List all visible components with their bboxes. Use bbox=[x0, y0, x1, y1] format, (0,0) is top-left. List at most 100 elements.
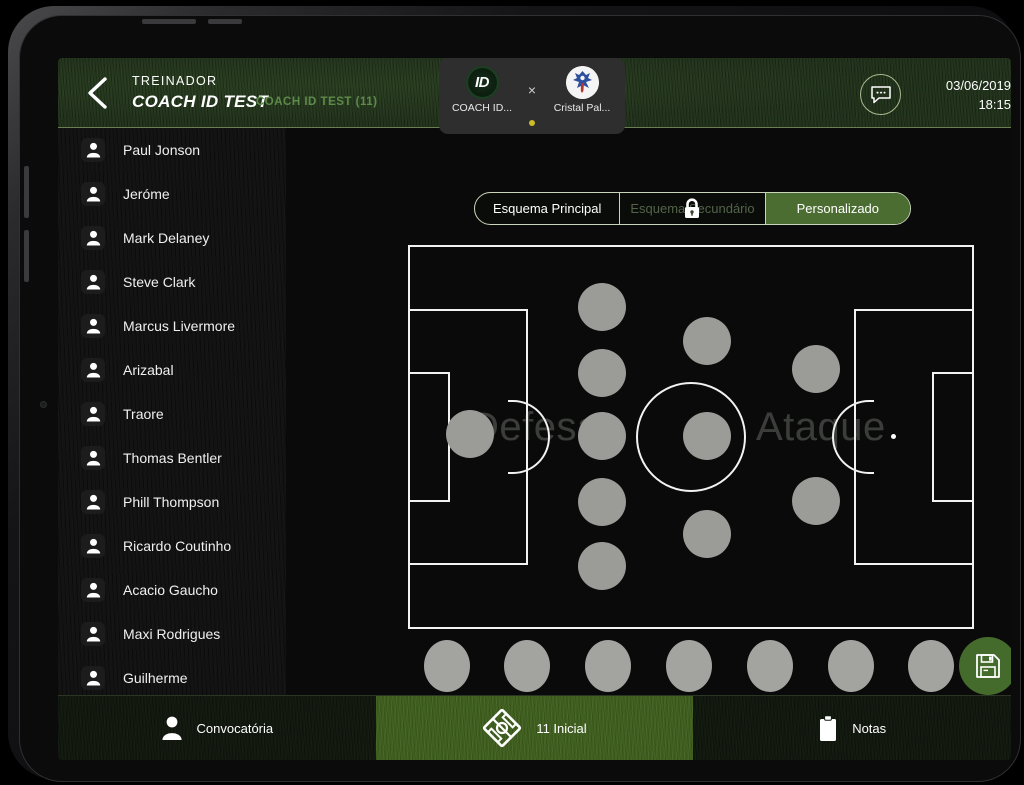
away-team-chip[interactable]: Cristal Pal... bbox=[549, 66, 615, 114]
volume-up-button[interactable] bbox=[24, 166, 29, 218]
player-name: Arizabal bbox=[123, 362, 174, 378]
pitch-position-marker[interactable] bbox=[683, 412, 731, 460]
pitch-position-marker[interactable] bbox=[683, 317, 731, 365]
player-list-item[interactable]: Traore bbox=[58, 392, 286, 436]
nav-11-inicial[interactable]: 11 Inicial bbox=[375, 696, 694, 760]
player-list-item[interactable]: Arizabal bbox=[58, 348, 286, 392]
person-icon bbox=[81, 226, 105, 250]
pitch-position-marker[interactable] bbox=[792, 345, 840, 393]
person-icon bbox=[81, 578, 105, 602]
back-button[interactable] bbox=[76, 72, 118, 114]
team-squad-label: COACH ID TEST (11) bbox=[256, 96, 378, 108]
person-icon bbox=[81, 270, 105, 294]
player-name: Phill Thompson bbox=[123, 494, 220, 510]
pitch-position-marker[interactable] bbox=[578, 478, 626, 526]
crystal-palace-eagle-icon bbox=[565, 66, 599, 99]
save-button[interactable] bbox=[959, 637, 1011, 695]
bottom-navigation: Convocatória 11 Inicial Notas bbox=[58, 695, 1011, 760]
role-label: TREINADOR bbox=[132, 74, 218, 88]
pitch-position-marker[interactable] bbox=[578, 283, 626, 331]
person-icon bbox=[81, 138, 105, 162]
person-icon bbox=[81, 622, 105, 646]
nav-11-inicial-label: 11 Inicial bbox=[536, 720, 587, 736]
lock-icon bbox=[685, 197, 700, 218]
bench-position-marker[interactable] bbox=[747, 640, 793, 692]
player-name: Paul Jonson bbox=[123, 142, 201, 158]
bench-position-marker[interactable] bbox=[908, 640, 954, 692]
formation-tab-bar: Esquema Principal Esquema Secundário Per… bbox=[474, 192, 911, 225]
nav-notas-label: Notas bbox=[852, 720, 887, 736]
pitch-area: Esquema Principal Esquema Secundário Per… bbox=[286, 128, 1011, 695]
front-camera-icon bbox=[40, 401, 47, 408]
player-name: Mark Delaney bbox=[123, 230, 210, 246]
person-icon bbox=[81, 358, 105, 382]
player-list-sidebar[interactable]: Paul Jonson Jeróme Mark Delaney Steve Clark… bbox=[58, 128, 286, 695]
away-team-badge bbox=[565, 66, 599, 99]
bench-row bbox=[408, 640, 974, 694]
header-titles: TREINADOR COACH ID TEST bbox=[132, 73, 268, 113]
nav-notas[interactable]: Notas bbox=[693, 696, 1011, 760]
player-name: Ricardo Coutinho bbox=[123, 538, 232, 554]
volume-down-button[interactable] bbox=[24, 230, 29, 282]
floppy-disk-save-icon bbox=[976, 654, 1000, 678]
player-list-item[interactable]: Jeróme bbox=[58, 172, 286, 216]
player-name: Steve Clark bbox=[123, 274, 196, 290]
bench-position-marker[interactable] bbox=[828, 640, 874, 692]
pitch-diamond-icon bbox=[482, 708, 522, 748]
person-icon bbox=[81, 534, 105, 558]
person-icon bbox=[81, 182, 105, 206]
clipboard-icon bbox=[818, 714, 838, 742]
person-icon bbox=[81, 446, 105, 470]
pitch-position-marker[interactable] bbox=[578, 542, 626, 590]
datetime-display: 03/06/2019 18:15 bbox=[907, 76, 1011, 114]
power-button[interactable] bbox=[142, 19, 196, 24]
bench-position-marker[interactable] bbox=[504, 640, 550, 692]
tab-esquema-principal-label: Esquema Principal bbox=[492, 201, 602, 216]
penalty-spot-right bbox=[891, 434, 896, 439]
app-screen: TREINADOR COACH ID TEST COACH ID TEST (1… bbox=[58, 58, 1011, 760]
tab-esquema-secundario: Esquema Secundário bbox=[619, 193, 764, 224]
player-name: Traore bbox=[123, 406, 164, 422]
nav-convocatoria[interactable]: Convocatória bbox=[58, 696, 376, 760]
tab-personalizado[interactable]: Personalizado bbox=[764, 193, 910, 224]
home-team-name: COACH ID... bbox=[451, 102, 513, 114]
match-card[interactable]: ID COACH ID... × Cristal Pal... bbox=[439, 58, 625, 134]
bench-position-marker[interactable] bbox=[666, 640, 712, 692]
chat-bubble-icon bbox=[870, 85, 891, 103]
away-team-name: Cristal Pal... bbox=[553, 102, 611, 114]
pitch-position-marker[interactable] bbox=[792, 477, 840, 525]
tab-esquema-principal[interactable]: Esquema Principal bbox=[475, 193, 619, 224]
antenna-band bbox=[208, 19, 242, 24]
pitch-position-marker[interactable] bbox=[683, 510, 731, 558]
tablet-frame: TREINADOR COACH ID TEST COACH ID TEST (1… bbox=[8, 6, 1021, 782]
tablet-body: TREINADOR COACH ID TEST COACH ID TEST (1… bbox=[19, 15, 1021, 782]
player-list-item[interactable]: Marcus Livermore bbox=[58, 304, 286, 348]
person-icon bbox=[161, 715, 183, 741]
player-list-item[interactable]: Acacio Gaucho bbox=[58, 568, 286, 612]
player-list-item[interactable]: Ricardo Coutinho bbox=[58, 524, 286, 568]
football-pitch[interactable]: Defesa Ataque bbox=[408, 245, 974, 629]
player-name: Maxi Rodrigues bbox=[123, 626, 221, 642]
match-date: 03/06/2019 bbox=[945, 78, 1011, 93]
player-list-item[interactable]: Guilherme bbox=[58, 656, 286, 695]
player-list-item[interactable]: Paul Jonson bbox=[58, 128, 286, 172]
pitch-position-marker[interactable] bbox=[578, 412, 626, 460]
match-status-dot bbox=[529, 120, 535, 126]
player-list-item[interactable]: Mark Delaney bbox=[58, 216, 286, 260]
player-list-item[interactable]: Thomas Bentler bbox=[58, 436, 286, 480]
person-icon bbox=[81, 314, 105, 338]
goal-area-right bbox=[932, 372, 974, 502]
player-list-item[interactable]: Maxi Rodrigues bbox=[58, 612, 286, 656]
pitch-position-marker[interactable] bbox=[578, 349, 626, 397]
bench-position-marker[interactable] bbox=[424, 640, 470, 692]
chat-button[interactable] bbox=[860, 74, 901, 115]
person-icon bbox=[81, 490, 105, 514]
player-name: Thomas Bentler bbox=[123, 450, 222, 466]
player-list-item[interactable]: Phill Thompson bbox=[58, 480, 286, 524]
player-list-item[interactable]: Steve Clark bbox=[58, 260, 286, 304]
player-list: Paul Jonson Jeróme Mark Delaney Steve Clark… bbox=[58, 128, 286, 695]
player-name: Marcus Livermore bbox=[123, 318, 236, 334]
bench-position-marker[interactable] bbox=[585, 640, 631, 692]
coach-name: COACH ID TEST bbox=[132, 92, 269, 111]
pitch-position-marker[interactable] bbox=[446, 410, 494, 458]
